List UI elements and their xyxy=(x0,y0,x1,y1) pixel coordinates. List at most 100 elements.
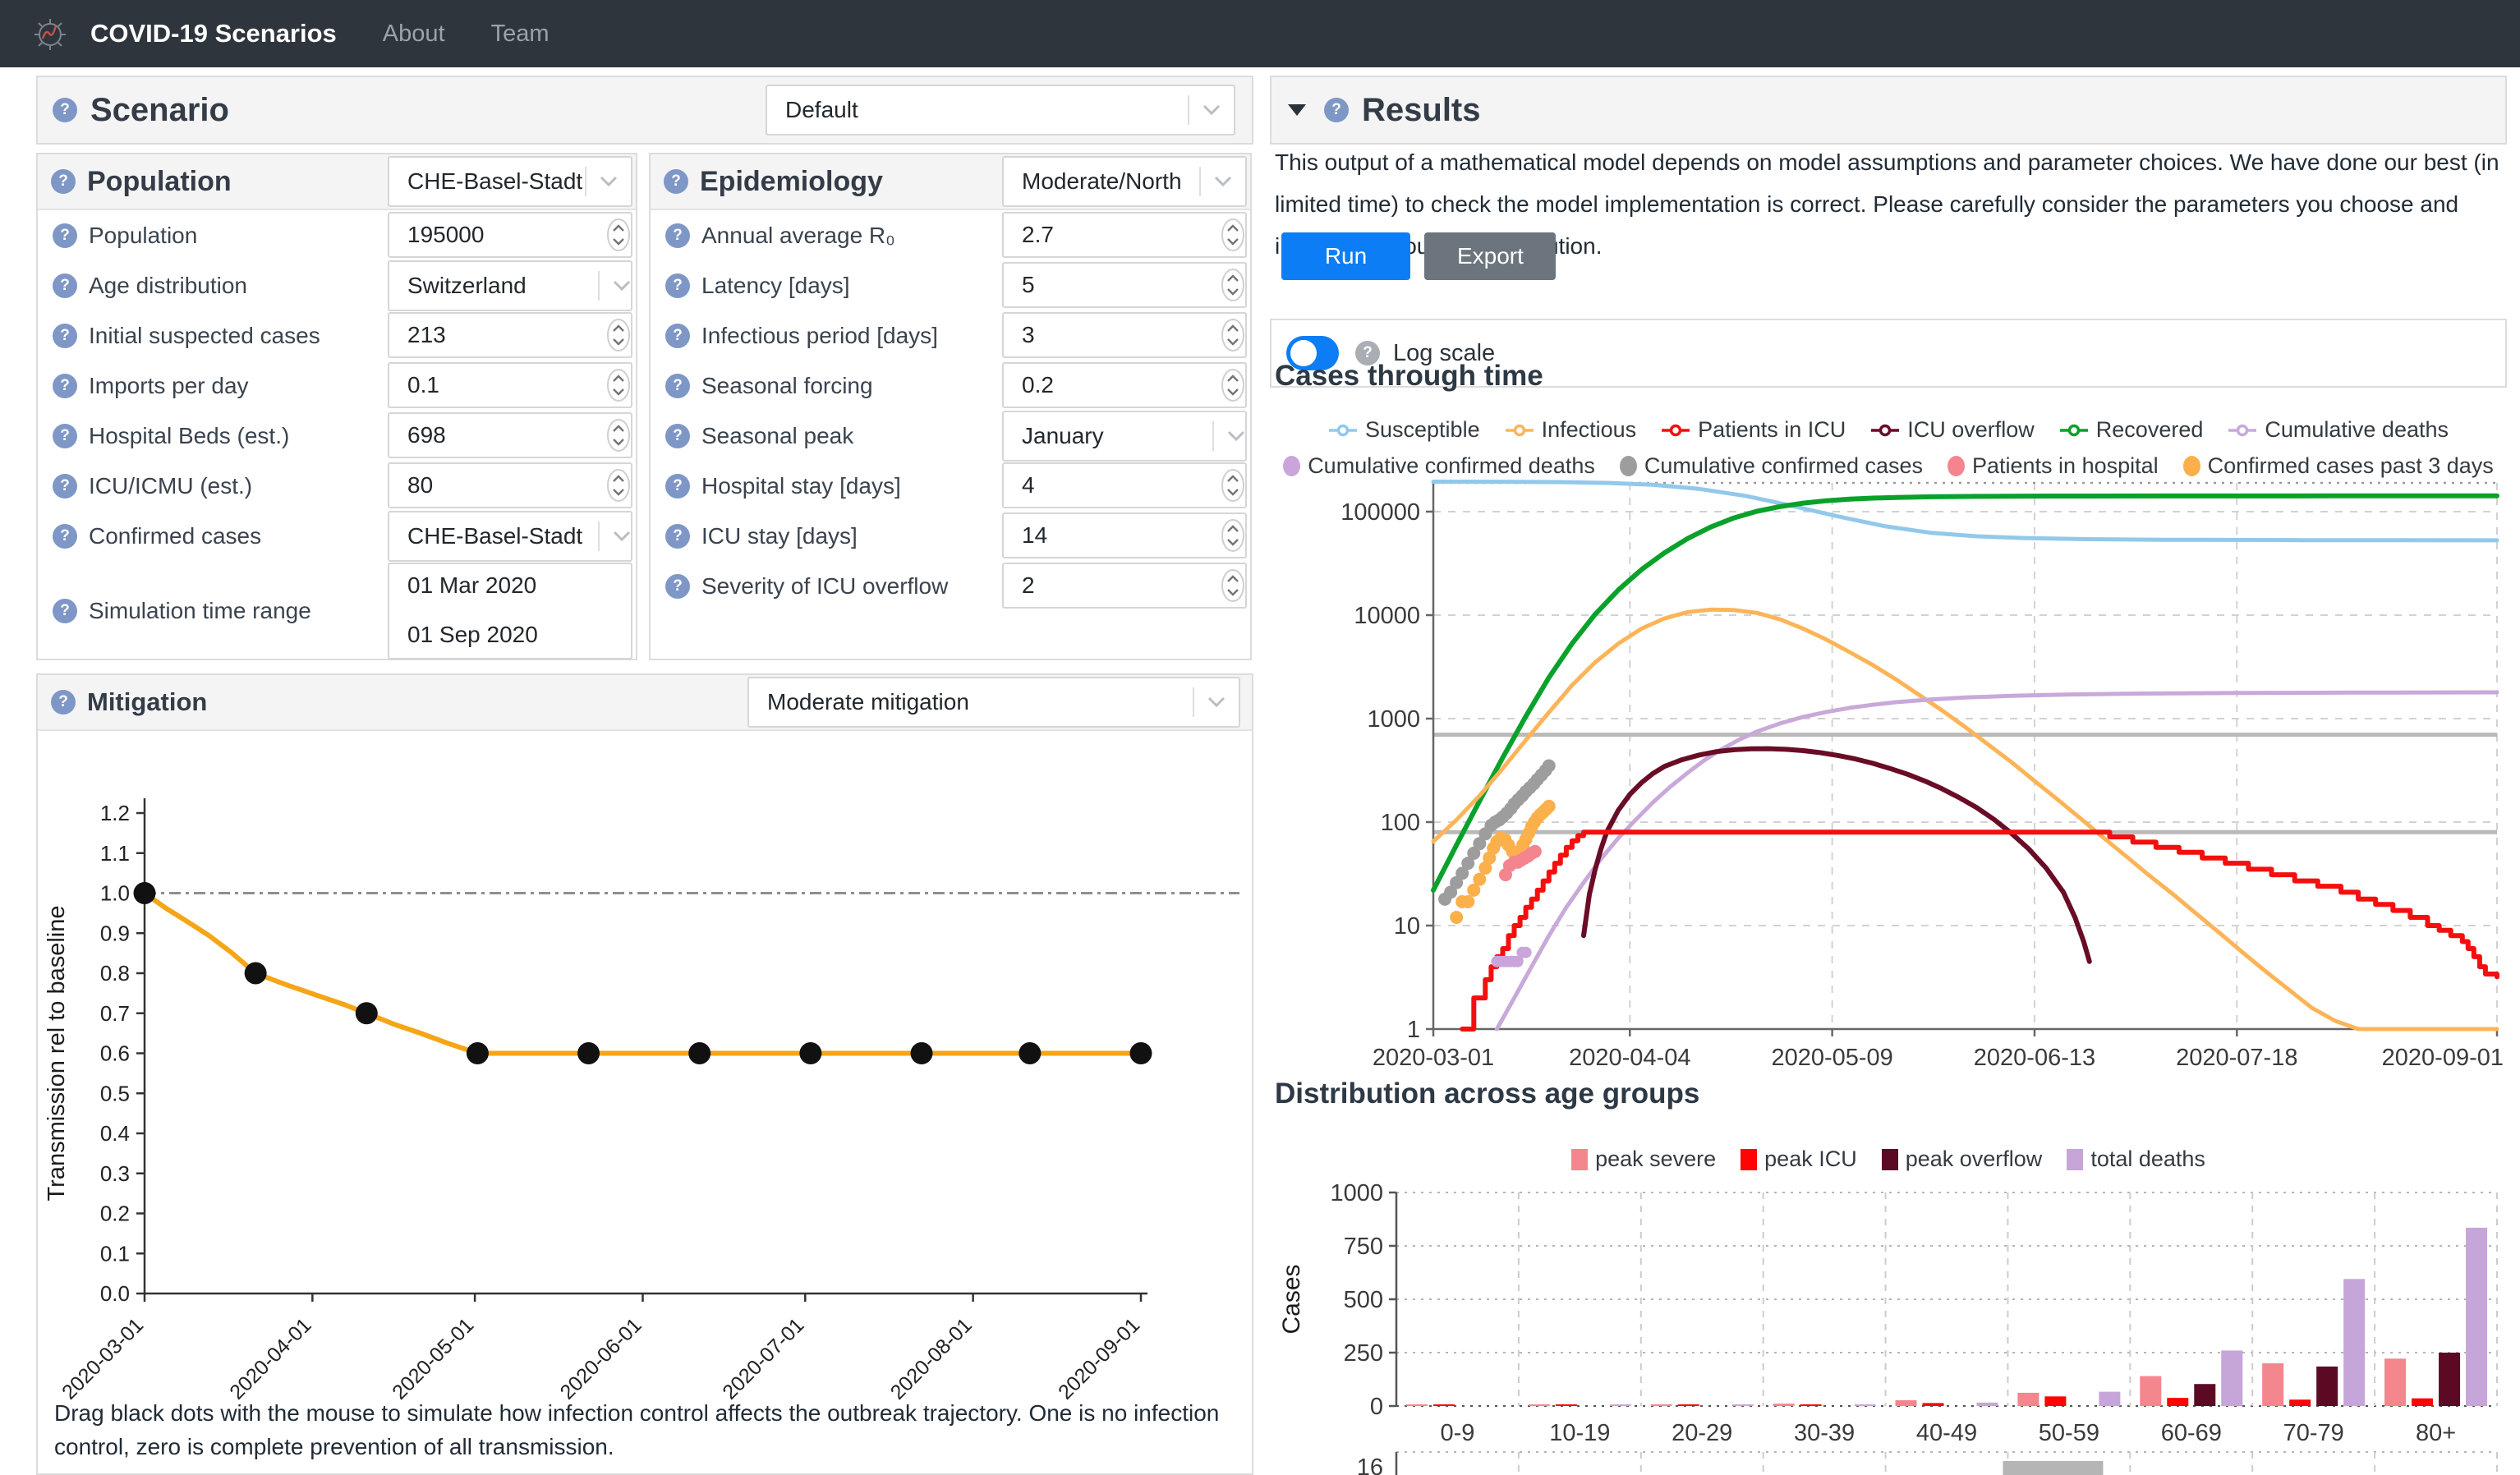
number-input[interactable]: 80 xyxy=(388,462,632,508)
stepper-icon[interactable] xyxy=(606,418,631,453)
brand-link[interactable]: COVID-19 Scenarios xyxy=(90,19,337,48)
collapse-caret-icon[interactable] xyxy=(1288,104,1306,116)
age-chart-title: Distribution across age groups xyxy=(1275,1078,1699,1110)
stepper-icon[interactable] xyxy=(606,368,631,402)
nav-link-team[interactable]: Team xyxy=(491,21,550,48)
stepper-icon[interactable] xyxy=(1221,518,1245,553)
stepper-icon[interactable] xyxy=(1221,568,1245,603)
select-input[interactable]: January xyxy=(1002,411,1247,462)
number-input[interactable]: 4 xyxy=(1002,462,1247,508)
help-icon[interactable]: ? xyxy=(665,424,690,448)
number-input[interactable]: 2.7 xyxy=(1002,212,1247,258)
stepper-icon[interactable] xyxy=(1221,268,1245,302)
line-marker-icon xyxy=(1661,423,1690,438)
help-icon[interactable]: ? xyxy=(53,424,77,448)
help-icon[interactable]: ? xyxy=(53,223,77,248)
param-label: Severity of ICU overflow xyxy=(701,573,948,600)
population-preset-select[interactable]: CHE-Basel-Stadt xyxy=(388,156,632,207)
param-row: ?Population195000 xyxy=(38,210,636,260)
date-start-value: 01 Mar 2020 xyxy=(407,572,631,599)
select-divider xyxy=(1212,421,1214,451)
legend-label: Infectious xyxy=(1542,417,1637,443)
svg-text:0-9: 0-9 xyxy=(1440,1420,1474,1446)
date-range-input[interactable]: 01 Mar 202001 Sep 2020 xyxy=(388,563,632,659)
number-value: 0.2 xyxy=(1004,372,1221,398)
scenario-preset-select[interactable]: Default xyxy=(766,85,1235,136)
number-value: 195000 xyxy=(389,222,606,248)
stepper-icon[interactable] xyxy=(606,468,631,503)
help-icon[interactable]: ? xyxy=(664,169,688,194)
nav-link-about[interactable]: About xyxy=(383,21,445,48)
stepper-icon[interactable] xyxy=(606,218,631,252)
stepper-icon[interactable] xyxy=(1221,468,1245,503)
svg-text:40-49: 40-49 xyxy=(1916,1420,1977,1446)
chevron-down-icon xyxy=(613,531,631,542)
number-input[interactable]: 195000 xyxy=(388,212,632,258)
help-icon[interactable]: ? xyxy=(665,524,690,549)
help-icon[interactable]: ? xyxy=(53,524,77,549)
help-icon[interactable]: ? xyxy=(53,599,77,623)
svg-text:250: 250 xyxy=(1344,1340,1383,1367)
line-marker-icon xyxy=(1328,423,1358,438)
param-label: Simulation time range xyxy=(89,598,311,624)
stepper-icon[interactable] xyxy=(606,318,631,352)
help-icon[interactable]: ? xyxy=(53,374,77,398)
mitigation-preset-select[interactable]: Moderate mitigation xyxy=(747,677,1240,728)
number-input[interactable]: 0.1 xyxy=(388,362,632,408)
svg-text:0: 0 xyxy=(1370,1394,1383,1420)
help-icon[interactable]: ? xyxy=(1324,98,1349,122)
svg-text:750: 750 xyxy=(1344,1234,1383,1260)
number-value: 213 xyxy=(389,322,606,348)
svg-text:2020-06-13: 2020-06-13 xyxy=(1974,1045,2095,1071)
chevron-down-icon xyxy=(1207,696,1226,708)
svg-text:2020-09-01: 2020-09-01 xyxy=(2382,1045,2504,1071)
param-row: ? Simulation time range 01 Mar 202001 Sep … xyxy=(38,561,636,661)
number-input[interactable]: 14 xyxy=(1002,512,1247,558)
legend-item: Cumulative confirmed deaths xyxy=(1283,453,1595,479)
svg-text:10: 10 xyxy=(1394,913,1420,940)
help-icon[interactable]: ? xyxy=(665,273,690,298)
param-row: ?Age distributionSwitzerland xyxy=(38,260,636,310)
help-icon[interactable]: ? xyxy=(51,690,76,715)
stepper-icon[interactable] xyxy=(1221,318,1245,352)
number-input[interactable]: 698 xyxy=(388,412,632,458)
select-input[interactable]: Switzerland xyxy=(388,260,632,311)
select-input[interactable]: CHE-Basel-Stadt xyxy=(388,511,632,562)
help-icon[interactable]: ? xyxy=(665,574,690,599)
legend-label: peak overflow xyxy=(1906,1146,2043,1172)
stepper-icon[interactable] xyxy=(1221,218,1245,252)
number-input[interactable]: 3 xyxy=(1002,312,1247,358)
help-icon[interactable]: ? xyxy=(665,474,690,499)
help-icon[interactable]: ? xyxy=(51,169,76,194)
help-icon[interactable]: ? xyxy=(53,324,77,348)
select-value: CHE-Basel-Stadt xyxy=(389,168,585,195)
legend-label: total deaths xyxy=(2090,1146,2205,1172)
param-label: Initial suspected cases xyxy=(89,323,320,349)
help-icon[interactable]: ? xyxy=(665,223,690,248)
help-icon[interactable]: ? xyxy=(665,374,690,398)
help-icon[interactable]: ? xyxy=(53,474,77,499)
export-button[interactable]: Export xyxy=(1424,232,1556,280)
help-icon[interactable]: ? xyxy=(53,98,77,122)
epidemiology-preset-select[interactable]: Moderate/North xyxy=(1002,156,1247,207)
select-value: Moderate/North xyxy=(1004,168,1199,195)
results-header: ? Results xyxy=(1270,76,2507,145)
chevron-down-icon xyxy=(600,176,618,187)
select-value: January xyxy=(1004,423,1212,449)
number-value: 3 xyxy=(1004,322,1221,348)
number-input[interactable]: 2 xyxy=(1002,563,1247,609)
legend-item: Susceptible xyxy=(1328,417,1480,443)
number-input[interactable]: 5 xyxy=(1002,262,1247,308)
chevron-down-icon xyxy=(1203,104,1221,116)
number-input[interactable]: 0.2 xyxy=(1002,362,1247,408)
run-button[interactable]: Run xyxy=(1281,232,1410,280)
select-value: Switzerland xyxy=(389,273,598,299)
help-icon[interactable]: ? xyxy=(665,324,690,348)
number-input[interactable]: 213 xyxy=(388,312,632,358)
epidemiology-title: Epidemiology xyxy=(700,166,883,198)
stepper-icon[interactable] xyxy=(1221,368,1245,402)
help-icon[interactable]: ? xyxy=(53,273,77,298)
param-label: Seasonal forcing xyxy=(701,373,873,399)
param-row: ? Severity of ICU overflow 2 xyxy=(651,561,1250,611)
param-label: Hospital Beds (est.) xyxy=(89,423,289,449)
